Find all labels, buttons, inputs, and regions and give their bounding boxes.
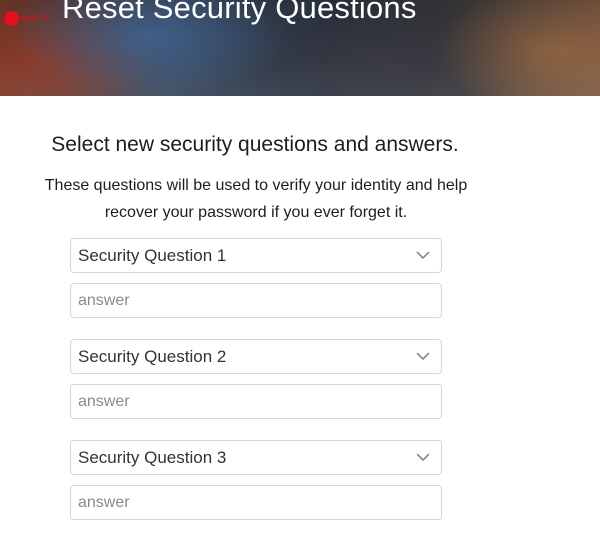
description-line-1: These questions will be used to verify y… (44, 177, 468, 194)
security-answer-1-input[interactable] (78, 284, 441, 317)
description-line-2: recover your password if you ever forget… (104, 204, 408, 221)
reset-security-questions-page: Apple ID Reset Security Questions Select… (0, 0, 600, 550)
security-answer-3-input[interactable] (78, 486, 441, 519)
brand-text: Apple ID (20, 14, 49, 22)
security-question-2-label: Security Question 2 (78, 346, 227, 366)
security-answer-2-input[interactable] (78, 385, 441, 418)
apple-logo-icon (4, 10, 19, 26)
header-banner: Apple ID Reset Security Questions (0, 0, 600, 96)
chevron-down-icon (411, 238, 435, 273)
security-question-1-label: Security Question 1 (78, 245, 227, 265)
section-heading: Select new security questions and answer… (51, 133, 459, 156)
page-title: Reset Security Questions (62, 0, 417, 25)
security-answer-3-field[interactable] (70, 485, 442, 520)
chevron-down-icon (411, 440, 435, 475)
chevron-down-icon (411, 339, 435, 374)
description: These questions will be used to verify y… (0, 172, 512, 226)
security-question-2-select[interactable]: Security Question 2 (70, 339, 442, 374)
security-question-1-select[interactable]: Security Question 1 (70, 238, 442, 273)
brand-logo[interactable]: Apple ID (4, 8, 48, 28)
security-answer-2-field[interactable] (70, 384, 442, 419)
security-answer-1-field[interactable] (70, 283, 442, 318)
security-question-3-select[interactable]: Security Question 3 (70, 440, 442, 475)
security-question-3-label: Security Question 3 (78, 447, 227, 467)
